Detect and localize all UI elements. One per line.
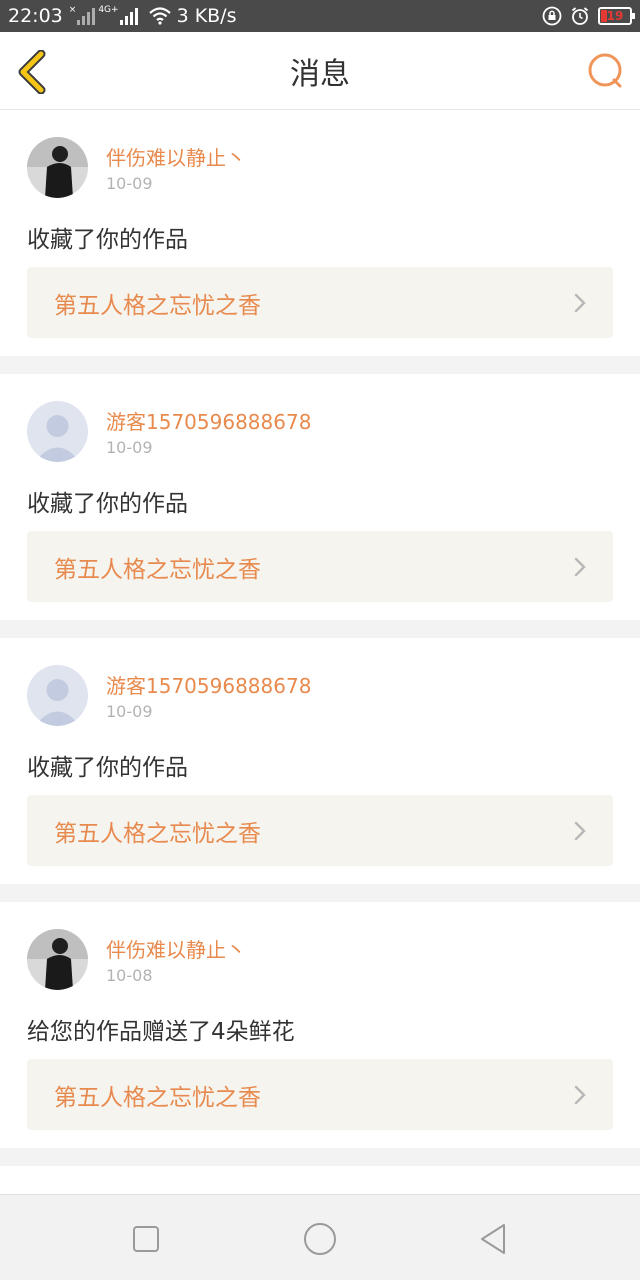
message-card: 游客1570596888678 10-09 收藏了你的作品 第五人格之忘忧之香 xyxy=(0,374,640,620)
username[interactable]: 游客1570596888678 xyxy=(106,406,311,435)
signal-icon-2 xyxy=(119,7,138,25)
avatar[interactable] xyxy=(27,401,88,462)
action-text: 收藏了你的作品 xyxy=(27,755,188,781)
work-title: 第五人格之忘忧之香 xyxy=(54,556,261,583)
chevron-right-icon xyxy=(574,821,586,841)
work-link[interactable]: 第五人格之忘忧之香 xyxy=(27,1059,613,1130)
message-date: 10-09 xyxy=(106,174,153,193)
work-link[interactable]: 第五人格之忘忧之香 xyxy=(27,795,613,866)
work-title: 第五人格之忘忧之香 xyxy=(54,292,261,319)
system-nav-bar xyxy=(0,1194,640,1280)
message-card: 伴伤难以静止丶 10-08 给您的作品赠送了4朵鲜花 第五人格之忘忧之香 xyxy=(0,902,640,1148)
work-title: 第五人格之忘忧之香 xyxy=(54,820,261,847)
message-card: 游客1570596888678 10-09 收藏了你的作品 第五人格之忘忧之香 xyxy=(0,638,640,884)
no-signal-mark: × xyxy=(68,5,77,15)
square-icon[interactable] xyxy=(126,1219,166,1259)
wifi-icon xyxy=(148,7,171,25)
battery-level: 19 xyxy=(606,9,624,23)
chat-bubble-icon[interactable] xyxy=(586,52,624,90)
signal-icon xyxy=(77,7,96,25)
chevron-right-icon xyxy=(574,1085,586,1105)
message-date: 10-08 xyxy=(106,966,153,985)
circle-icon[interactable] xyxy=(300,1219,340,1259)
avatar[interactable] xyxy=(27,137,88,198)
page-title: 消息 xyxy=(290,56,350,92)
work-link[interactable]: 第五人格之忘忧之香 xyxy=(27,531,613,602)
network-speed: 3 KB/s xyxy=(176,5,237,27)
battery-icon: 19 xyxy=(598,7,635,25)
chevron-right-icon xyxy=(574,293,586,313)
action-text: 收藏了你的作品 xyxy=(27,227,188,253)
avatar[interactable] xyxy=(27,665,88,726)
lock-rotation-icon xyxy=(542,6,562,26)
message-card: 伴伤难以静止丶 10-09 收藏了你的作品 第五人格之忘忧之香 xyxy=(0,110,640,356)
header: 消息 xyxy=(0,32,640,110)
message-date: 10-09 xyxy=(106,438,153,457)
status-time: 22:03 xyxy=(8,5,63,27)
username[interactable]: 游客1570596888678 xyxy=(106,670,311,699)
chevron-right-icon xyxy=(574,557,586,577)
action-text: 给您的作品赠送了4朵鲜花 xyxy=(27,1019,295,1045)
network-type: 4G+ xyxy=(98,5,119,15)
triangle-back-icon[interactable] xyxy=(474,1219,514,1259)
username[interactable]: 伴伤难以静止丶 xyxy=(106,934,246,963)
message-date: 10-09 xyxy=(106,702,153,721)
work-title: 第五人格之忘忧之香 xyxy=(54,1084,261,1111)
alarm-icon xyxy=(571,7,589,25)
username[interactable]: 伴伤难以静止丶 xyxy=(106,142,246,171)
avatar[interactable] xyxy=(27,929,88,990)
status-bar: 22:03 × 4G+ 3 KB/s 19 xyxy=(0,0,640,32)
message-feed: 伴伤难以静止丶 10-09 收藏了你的作品 第五人格之忘忧之香 游客157059… xyxy=(0,110,640,1224)
action-text: 收藏了你的作品 xyxy=(27,491,188,517)
chevron-left-icon[interactable] xyxy=(14,50,54,94)
work-link[interactable]: 第五人格之忘忧之香 xyxy=(27,267,613,338)
